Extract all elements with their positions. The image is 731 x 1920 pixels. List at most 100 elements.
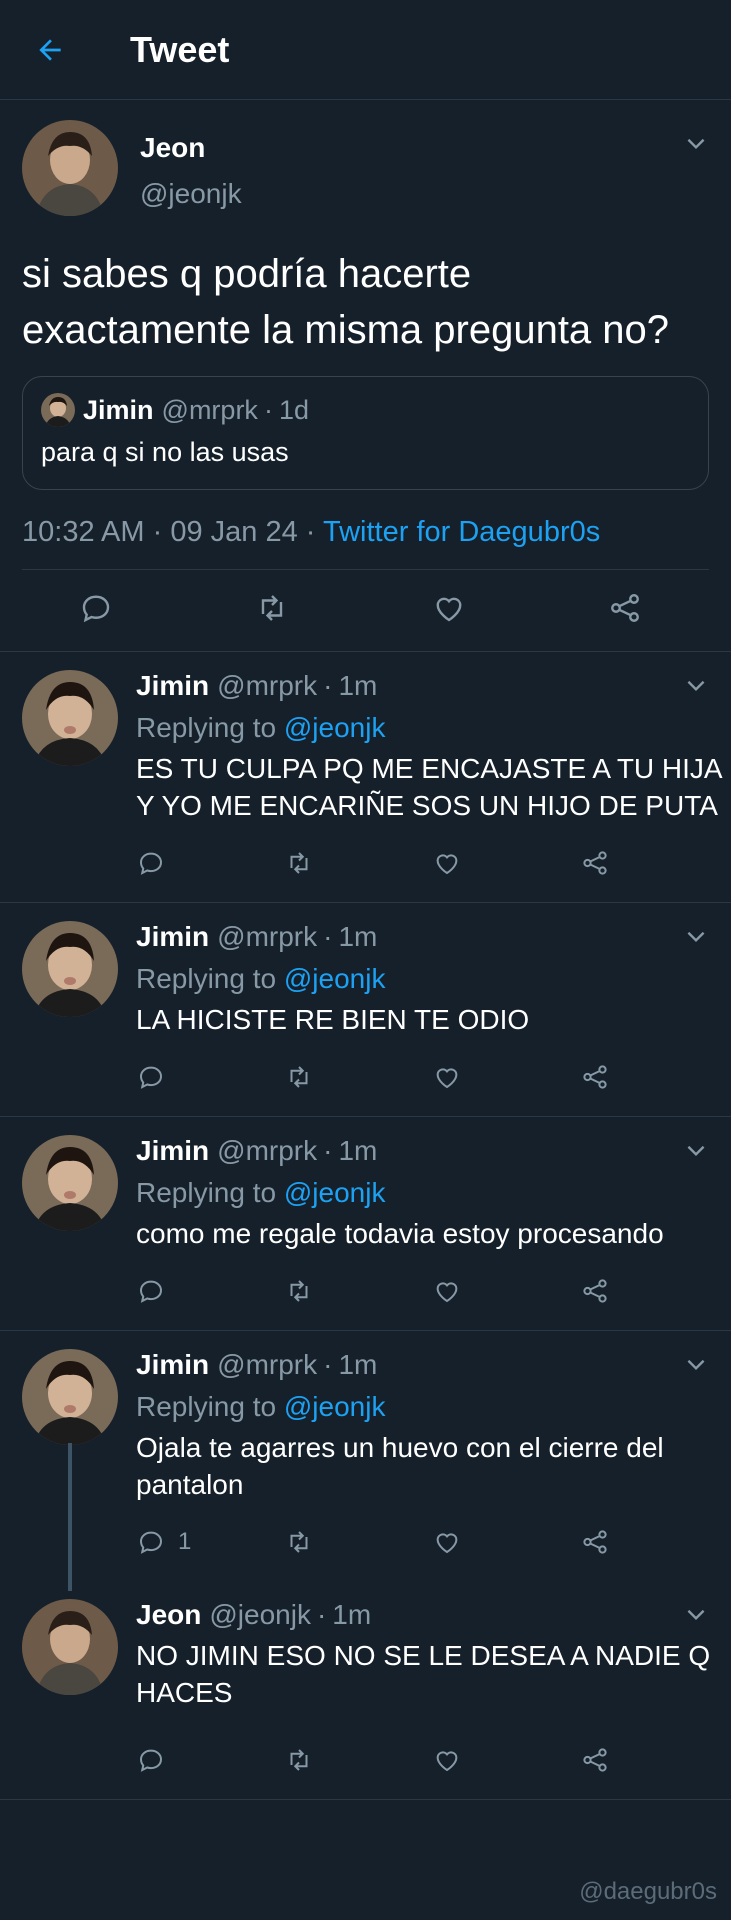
reply-author-name[interactable]: Jimin	[136, 1135, 209, 1167]
reply-actions: 1	[136, 1511, 728, 1581]
reply-author-handle[interactable]: @jeonjk	[209, 1599, 311, 1631]
reply-author-handle[interactable]: @mrprk	[217, 1135, 317, 1167]
like-button[interactable]	[432, 1276, 580, 1306]
share-button[interactable]	[580, 1062, 728, 1092]
separator: ·	[316, 1599, 327, 1630]
like-button[interactable]	[432, 1745, 580, 1775]
retweet-button[interactable]	[284, 1527, 432, 1557]
separator: ·	[323, 921, 333, 952]
replying-to-label: Replying to	[136, 712, 277, 743]
avatar[interactable]	[22, 1135, 118, 1231]
reply-text: LA HICISTE RE BIEN TE ODIO	[136, 1004, 530, 1035]
tweet-time: 10:32 AM	[22, 516, 145, 548]
reply-icon	[139, 1749, 163, 1772]
chevron-down-icon[interactable]	[683, 1351, 709, 1377]
avatar[interactable]	[22, 921, 118, 1017]
retweet-button[interactable]	[284, 848, 432, 878]
watermark: @daegubr0s	[579, 1878, 717, 1905]
retweet-icon	[290, 1749, 308, 1771]
reply-author-name[interactable]: Jeon	[136, 1599, 201, 1631]
share-button[interactable]	[607, 590, 643, 631]
retweet-icon	[290, 1531, 308, 1553]
chevron-down-icon[interactable]	[683, 130, 709, 156]
reply-tweet[interactable]: Jeon @jeonjk · 1m NO JIMIN ESO NO SE LE …	[0, 1581, 731, 1800]
share-button[interactable]	[580, 1527, 728, 1557]
reply-icon	[139, 1531, 163, 1554]
reply-author-name[interactable]: Jimin	[136, 921, 209, 953]
like-button[interactable]	[432, 1062, 580, 1092]
share-button[interactable]	[580, 1276, 728, 1306]
retweet-button[interactable]	[284, 1062, 432, 1092]
reply-button[interactable]	[136, 848, 284, 878]
heart-icon	[436, 1068, 458, 1089]
heart-icon	[436, 597, 462, 622]
reply-author-handle[interactable]: @mrprk	[217, 921, 317, 953]
reply-button[interactable]	[78, 590, 114, 631]
retweet-button[interactable]	[284, 1745, 432, 1775]
retweet-button[interactable]	[254, 590, 290, 631]
reply-tweet[interactable]: Jimin @mrprk · 1m Replying to @jeonjk ES…	[0, 652, 731, 903]
replying-to-label: Replying to	[136, 963, 277, 994]
reply-tweet[interactable]: Jimin @mrprk · 1m Replying to @jeonjk LA…	[0, 903, 731, 1117]
reply-author-handle[interactable]: @mrprk	[217, 670, 317, 702]
separator: ·	[323, 1349, 333, 1380]
share-button[interactable]	[580, 1745, 728, 1775]
chevron-down-icon[interactable]	[683, 672, 709, 698]
share-icon	[583, 1065, 607, 1089]
quote-text: para q si no las usas	[41, 437, 289, 467]
author-name[interactable]: Jeon	[140, 132, 242, 164]
replying-to: Replying to @jeonjk	[136, 963, 728, 995]
like-button[interactable]	[432, 848, 580, 878]
reply-icon	[139, 1066, 163, 1089]
avatar[interactable]	[22, 1349, 118, 1445]
mention-link[interactable]: @jeonjk	[284, 963, 386, 994]
share-icon	[611, 594, 639, 622]
avatar[interactable]	[22, 120, 118, 216]
mention-link[interactable]: @jeonjk	[284, 1391, 386, 1422]
chevron-down-icon[interactable]	[683, 1137, 709, 1163]
share-icon	[583, 851, 607, 875]
reply-author-name[interactable]: Jimin	[136, 670, 209, 702]
heart-icon	[436, 1282, 458, 1303]
separator: ·	[263, 394, 273, 425]
reply-button[interactable]	[136, 1745, 284, 1775]
reply-timestamp: 1m	[338, 921, 378, 952]
like-button[interactable]	[431, 590, 467, 631]
avatar[interactable]	[22, 670, 118, 766]
reply-timestamp: 1m	[332, 1599, 372, 1630]
reply-author-handle[interactable]: @mrprk	[217, 1349, 317, 1381]
share-icon	[583, 1530, 607, 1554]
tweet-text: si sabes q podría hacerte exactamente la…	[22, 252, 670, 352]
thread-connector	[68, 1443, 72, 1591]
reply-icon	[139, 1280, 163, 1303]
heart-icon	[436, 1751, 458, 1772]
share-icon	[583, 1748, 607, 1772]
quoted-tweet[interactable]: Jimin @mrprk · 1d para q si no las usas	[22, 376, 709, 490]
reply-button[interactable]: 1	[136, 1527, 284, 1557]
tweet-source-link[interactable]: Twitter for Daegubr0s	[323, 516, 600, 548]
retweet-icon	[262, 595, 283, 621]
reply-text: Ojala te agarres un huevo con el cierre …	[136, 1432, 664, 1500]
reply-button[interactable]	[136, 1062, 284, 1092]
chevron-down-icon[interactable]	[683, 923, 709, 949]
back-button[interactable]	[0, 0, 100, 100]
top-bar: Tweet	[0, 0, 731, 100]
reply-tweet[interactable]: Jimin @mrprk · 1m Replying to @jeonjk co…	[0, 1117, 731, 1331]
reply-author-name[interactable]: Jimin	[136, 1349, 209, 1381]
quote-timestamp: 1d	[278, 394, 309, 425]
chevron-down-icon[interactable]	[683, 1601, 709, 1627]
mention-link[interactable]: @jeonjk	[284, 1177, 386, 1208]
mention-link[interactable]: @jeonjk	[284, 712, 386, 743]
share-button[interactable]	[580, 848, 728, 878]
separator: ·	[323, 1135, 333, 1166]
reply-tweet[interactable]: Jimin @mrprk · 1m Replying to @jeonjk Oj…	[0, 1331, 731, 1591]
avatar	[41, 393, 75, 427]
arrow-left-icon	[39, 38, 61, 61]
author-handle[interactable]: @jeonjk	[140, 178, 242, 210]
retweet-button[interactable]	[284, 1276, 432, 1306]
reply-icon	[139, 852, 163, 875]
avatar[interactable]	[22, 1599, 118, 1695]
reply-timestamp: 1m	[338, 670, 378, 701]
like-button[interactable]	[432, 1527, 580, 1557]
reply-button[interactable]	[136, 1276, 284, 1306]
